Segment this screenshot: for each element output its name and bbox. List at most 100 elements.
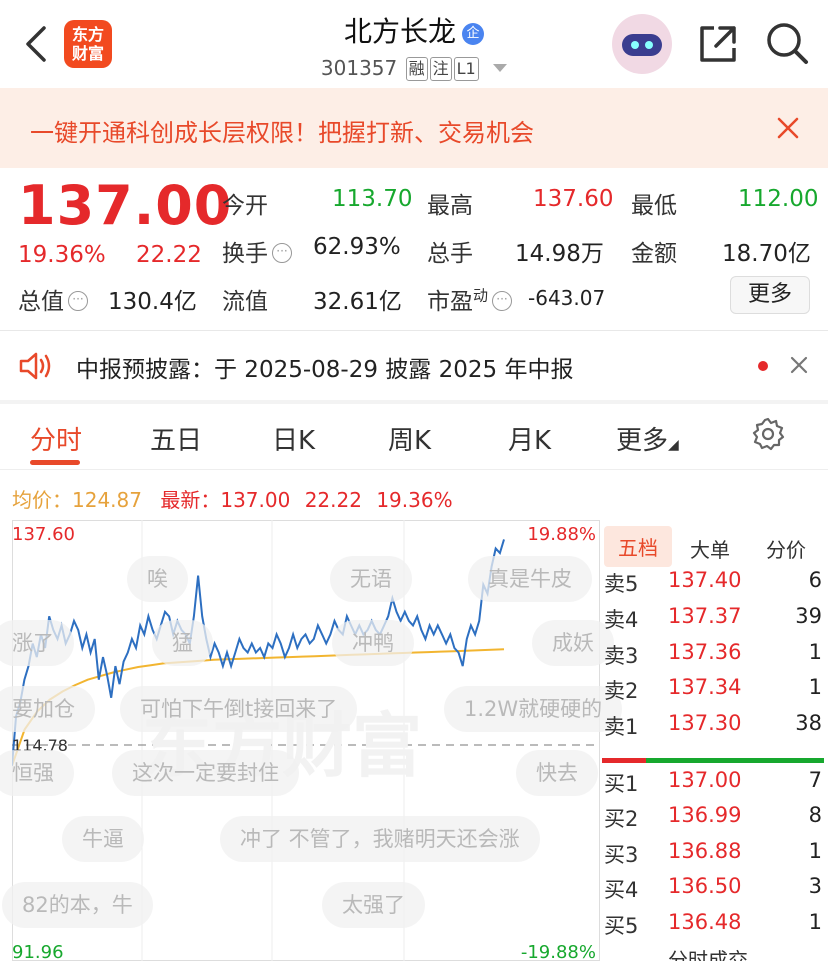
unread-dot [758, 361, 768, 371]
ask-level-label: 卖4 [604, 608, 639, 632]
bid-level-label: 买2 [604, 807, 639, 831]
ask-row: 卖1 137.30 38 [600, 711, 828, 745]
more-button[interactable]: 更多 [730, 276, 810, 314]
y-axis-bottom: 91.96 [12, 942, 64, 961]
bid-volume: 1 [808, 839, 822, 863]
turnover-label[interactable]: 换手 ··· [222, 234, 292, 268]
latest-change: 22.22 [304, 488, 362, 512]
danmu-bubble[interactable]: 这次一定要封住 [112, 750, 299, 796]
volume-label: 总手 [427, 241, 473, 267]
ask-price: 137.37 [668, 604, 742, 628]
avg-price-label: 均价： [12, 488, 72, 512]
ask-level-label: 卖1 [604, 715, 639, 739]
ask-row: 卖5 137.40 6 [600, 568, 828, 602]
tab-weekly-k[interactable]: 周K [388, 420, 431, 457]
bid-ask-ratio-bar [602, 758, 824, 763]
turnover-label-text: 换手 [222, 241, 268, 267]
search-icon[interactable] [764, 20, 810, 66]
share-icon[interactable] [696, 22, 740, 66]
amount-label: 金额 [631, 241, 677, 267]
close-icon[interactable] [788, 354, 810, 376]
settings-gear-icon[interactable] [750, 416, 786, 452]
bid-volume: 1 [808, 910, 822, 934]
y-axis-top: 137.60 [12, 524, 75, 545]
intraday-chart[interactable]: 东方财富 137.60 19.88% 114.78 91.96 -19.88% … [0, 520, 623, 961]
danmu-bubble[interactable]: 太强了 [322, 882, 425, 928]
chart-tabs: 分时 五日 日K 周K 月K 更多◢ [0, 404, 828, 470]
danmu-bubble[interactable]: 82的本，牛 [2, 882, 153, 928]
danmu-bubble[interactable]: 涨了 [0, 620, 74, 666]
ask-level-label: 卖5 [604, 572, 639, 596]
danmu-bubble[interactable]: 恒强 [0, 750, 74, 796]
y-axis-bottom-pct: -19.88% [521, 942, 596, 961]
dropdown-caret-icon[interactable] [493, 64, 508, 72]
order-book: 五档 大单 分价 卖5 137.40 6 卖4 137.37 39 卖3 137.36 1 卖2 1… [600, 520, 828, 961]
robot-eye-right [645, 41, 653, 49]
promo-banner[interactable]: 一键开通科创成长层权限！把握打新、交易机会 [0, 88, 828, 168]
ask-volume: 39 [795, 604, 822, 628]
robot-face [622, 34, 662, 56]
open-value: 113.70 [332, 186, 413, 212]
latest-label: 最新： [160, 488, 221, 512]
divider [0, 330, 828, 331]
high-value: 137.60 [533, 186, 614, 212]
danmu-bubble[interactable]: 冲鸭 [332, 620, 414, 666]
pe-superscript: 动 [473, 286, 489, 305]
last-price: 137.00 [18, 174, 233, 237]
danmu-bubble[interactable]: 真是牛皮 [468, 556, 592, 602]
danmu-bubble[interactable]: 要加仓 [0, 686, 95, 732]
tab-five-levels[interactable]: 五档 [604, 526, 672, 567]
danmu-bubble[interactable]: 冲了 不管了，我赌明天还会涨 [220, 816, 540, 862]
ask-level-label: 卖2 [604, 679, 639, 703]
mktcap-label-text: 总值 [18, 289, 64, 315]
change-amount: 22.22 [136, 242, 202, 268]
bid-price: 136.48 [668, 910, 742, 934]
tab-more-label: 更多 [616, 426, 669, 456]
ask-volume: 1 [808, 640, 822, 664]
bid-row: 买2 136.99 8 [600, 803, 828, 837]
ask-volume: 1 [808, 675, 822, 699]
close-icon[interactable] [776, 116, 800, 140]
danmu-bubble[interactable]: 唉 [127, 556, 188, 602]
tab-price-distribution[interactable]: 分价 [766, 534, 806, 563]
y-axis-top-pct: 19.88% [527, 524, 596, 545]
danmu-bubble[interactable]: 牛逼 [62, 816, 144, 862]
tab-intraday[interactable]: 分时 [30, 420, 82, 457]
mktcap-value: 130.4亿 [108, 289, 197, 315]
bid-row: 买5 136.48 1 [600, 910, 828, 944]
bid-level-label: 买1 [604, 772, 639, 796]
assistant-robot-icon[interactable] [612, 14, 672, 74]
open-label: 今开 [222, 193, 268, 219]
bid-price: 137.00 [668, 768, 742, 792]
mktcap-label[interactable]: 总值 ··· [18, 282, 88, 316]
tab-monthly-k[interactable]: 月K [508, 420, 551, 457]
tab-more[interactable]: 更多◢ [616, 420, 679, 457]
trade-detail-link[interactable]: 分时成交 [668, 944, 748, 961]
tab-five-day[interactable]: 五日 [150, 420, 202, 457]
danmu-bubble[interactable]: 1.2W就硬硬的 [444, 686, 623, 732]
danmu-bubble[interactable]: 猛 [152, 620, 213, 666]
info-dots-icon[interactable]: ··· [492, 291, 513, 311]
ask-volume: 38 [795, 711, 822, 735]
danmu-bubble[interactable]: 快去 [516, 750, 598, 796]
tab-daily-k[interactable]: 日K [272, 420, 315, 457]
low-label: 最低 [631, 193, 677, 219]
robot-eye-left [631, 41, 639, 49]
bid-price: 136.99 [668, 803, 742, 827]
bid-level-label: 买3 [604, 843, 639, 867]
bid-row: 买4 136.50 3 [600, 874, 828, 908]
notice-bar[interactable]: 中报预披露：于 2025-08-29 披露 2025 年中报 [0, 332, 828, 400]
bid-volume: 7 [808, 768, 822, 792]
bid-row: 买3 136.88 1 [600, 839, 828, 873]
danmu-bubble[interactable]: 可怕下午倒t接回来了 [120, 686, 358, 732]
bid-level-label: 买4 [604, 878, 639, 902]
float-value: 32.61亿 [313, 289, 402, 315]
info-dots-icon[interactable]: ··· [68, 291, 88, 311]
float-label: 流值 [222, 289, 268, 315]
turnover-value: 62.93% [313, 234, 401, 260]
tab-big-orders[interactable]: 大单 [690, 534, 730, 563]
danmu-bubble[interactable]: 无语 [330, 556, 412, 602]
pe-label[interactable]: 市盈动 ··· [427, 282, 513, 316]
info-dots-icon[interactable]: ··· [272, 243, 292, 263]
bid-level-label: 买5 [604, 914, 639, 938]
